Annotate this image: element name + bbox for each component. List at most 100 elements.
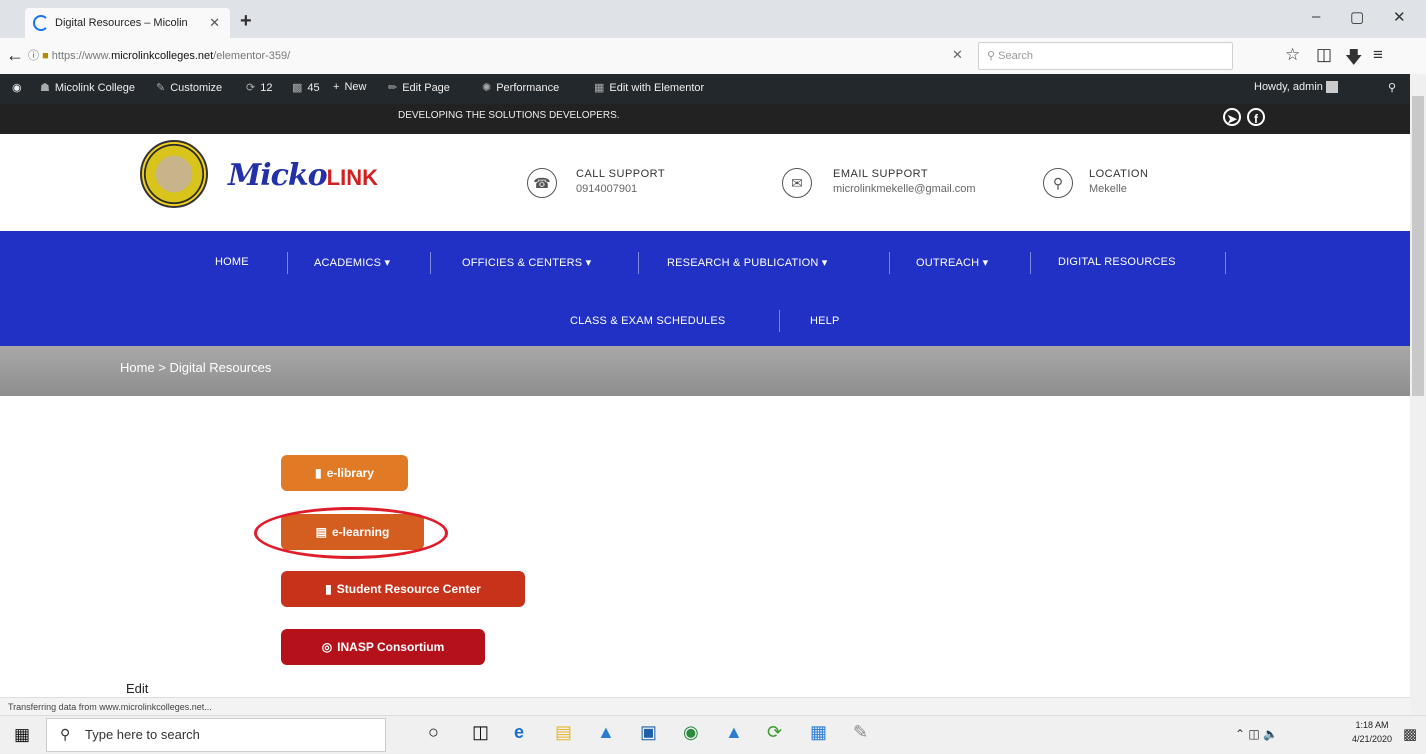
admin-edit-page-link[interactable]: ✏ Edit Page	[388, 81, 450, 94]
app-icon[interactable]: ▲	[725, 722, 743, 743]
book-icon: ▮	[325, 582, 332, 596]
library-icon[interactable]: ◫	[1316, 45, 1332, 65]
avatar	[1325, 81, 1338, 94]
url-bar[interactable]: ⓘ ■ https://www.microlinkcolleges.net/el…	[28, 44, 948, 68]
main-menu	[0, 231, 1410, 346]
edge-browser-icon[interactable]: e	[514, 722, 524, 743]
admin-customize-label: Customize	[170, 82, 223, 94]
admin-site-link[interactable]: ☗ Micolink College	[40, 81, 135, 94]
download-icon[interactable]: 🡇	[1345, 45, 1362, 74]
menu-item-schedules[interactable]: CLASS & EXAM SCHEDULES	[570, 315, 725, 327]
elibrary-button[interactable]: ▮ e-library	[281, 455, 408, 491]
chevron-down-icon: ▾	[585, 257, 592, 269]
store-icon[interactable]: ▣	[640, 722, 657, 743]
performance-icon: ✺	[482, 82, 492, 94]
scrollbar-thumb[interactable]	[1412, 96, 1424, 396]
browser-tab[interactable]: Digital Resources – Micolin ✕	[25, 8, 230, 38]
call-support-label: CALL SUPPORT	[576, 168, 666, 180]
menu-item-digital-resources[interactable]: DIGITAL RESOURCES	[1058, 256, 1176, 268]
lock-icon: ■	[42, 50, 52, 62]
menu-item-offices[interactable]: OFFICIES & CENTERS ▾	[462, 256, 591, 269]
site-tagline: DEVELOPING THE SOLUTIONS DEVELOPERS.	[398, 110, 620, 121]
tab-close-icon[interactable]: ✕	[209, 15, 220, 31]
menu-item-outreach[interactable]: OUTREACH ▾	[916, 256, 988, 269]
admin-account-link[interactable]: Howdy, admin	[1254, 81, 1338, 94]
wordpress-logo-icon[interactable]: ◉	[12, 81, 22, 94]
admin-site-label: Micolink College	[54, 82, 135, 94]
menu-divider	[287, 252, 288, 274]
pencil-icon: ✏	[388, 82, 398, 94]
menu-hamburger-icon[interactable]: ≡	[1373, 45, 1383, 65]
email-support-label: EMAIL SUPPORT	[833, 168, 929, 180]
back-arrow-icon[interactable]: ←	[6, 45, 24, 66]
brush-icon: ✎	[156, 82, 166, 94]
admin-search-icon[interactable]: ⚲	[1388, 81, 1396, 94]
admin-elementor-label: Edit with Elementor	[609, 82, 705, 94]
tray-icons[interactable]: ⌃ ◫ 🔈	[1235, 727, 1278, 741]
plus-icon: +	[333, 81, 340, 93]
url-domain: microlinkcolleges.net	[111, 50, 214, 62]
globe-icon: ◎	[321, 640, 333, 654]
new-tab-button[interactable]: +	[240, 10, 252, 33]
taskbar-clock[interactable]: 1:18 AM 4/21/2020	[1352, 718, 1392, 746]
app-icon[interactable]: ▦	[810, 722, 827, 743]
site-logo-text[interactable]: MickoLINK	[228, 158, 378, 193]
menu-item-help[interactable]: HELP	[810, 315, 840, 327]
annotation-circle	[254, 507, 448, 559]
app-icon[interactable]: ▲	[597, 722, 615, 743]
admin-customize-link[interactable]: ✎ Customize	[156, 81, 222, 94]
maximize-button[interactable]: ▢	[1350, 8, 1364, 26]
admin-updates-count: 12	[260, 82, 273, 94]
menu-divider	[779, 310, 780, 332]
menu-item-academics-label: ACADEMICS	[314, 257, 382, 269]
windows-start-icon[interactable]: ▦	[14, 725, 30, 745]
menu-divider	[1030, 252, 1031, 274]
location-value: Mekelle	[1089, 183, 1127, 195]
menu-item-home[interactable]: HOME	[215, 256, 249, 268]
menu-divider	[638, 252, 639, 274]
admin-performance-link[interactable]: ✺ Performance	[482, 81, 559, 94]
bookmark-star-icon[interactable]: ☆	[1285, 45, 1300, 65]
refresh-icon: ⟳	[246, 82, 256, 94]
chevron-down-icon: ▾	[384, 257, 391, 269]
minimize-button[interactable]: –	[1312, 8, 1320, 25]
chevron-down-icon: ▾	[821, 257, 828, 269]
menu-item-outreach-label: OUTREACH	[916, 257, 980, 269]
cortana-icon[interactable]: ○	[428, 722, 439, 743]
edit-link[interactable]: Edit	[126, 681, 148, 696]
student-resource-center-button[interactable]: ▮ Student Resource Center	[281, 571, 525, 607]
email-icon: ✉	[782, 168, 812, 198]
chevron-down-icon: ▾	[982, 257, 989, 269]
admin-comments-link[interactable]: ▩ 45	[292, 81, 320, 94]
call-support-value[interactable]: 0914007901	[576, 183, 637, 195]
close-window-button[interactable]: ✕	[1393, 8, 1406, 26]
telegram-icon[interactable]: ➤	[1223, 108, 1241, 126]
taskbar-search-input[interactable]: Type here to search	[46, 718, 386, 752]
email-support-value[interactable]: microlinkmekelle@gmail.com	[833, 183, 976, 195]
logo-accent-text: LINK	[326, 165, 378, 190]
college-seal-logo[interactable]	[140, 140, 208, 208]
student-resource-label: Student Resource Center	[336, 582, 481, 596]
admin-elementor-link[interactable]: ▦ Edit with Elementor	[594, 81, 704, 94]
admin-updates-link[interactable]: ⟳ 12	[246, 81, 272, 94]
app-icon[interactable]: ◉	[683, 722, 699, 743]
app-icon[interactable]: ⟳	[767, 722, 782, 743]
clock-time: 1:18 AM	[1355, 720, 1389, 730]
inasp-consortium-button[interactable]: ◎ INASP Consortium	[281, 629, 485, 665]
admin-comments-count: 45	[307, 82, 320, 94]
task-view-icon[interactable]: ◫	[472, 722, 489, 743]
menu-item-research[interactable]: RESEARCH & PUBLICATION ▾	[667, 256, 828, 269]
admin-new-label: New	[344, 81, 367, 93]
app-icon[interactable]: ✎	[853, 722, 868, 743]
breadcrumb[interactable]: Home > Digital Resources	[120, 360, 271, 375]
browser-search-input[interactable]: ⚲ Search	[978, 42, 1233, 70]
menu-item-academics[interactable]: ACADEMICS ▾	[314, 256, 390, 269]
notification-icon[interactable]: ▩	[1403, 725, 1417, 743]
dashboard-icon: ☗	[40, 82, 50, 94]
admin-new-link[interactable]: + New	[333, 81, 366, 93]
url-clear-icon[interactable]: ✕	[952, 47, 963, 63]
comment-icon: ▩	[292, 82, 303, 94]
file-explorer-icon[interactable]: ▤	[555, 722, 572, 743]
facebook-icon[interactable]: f	[1247, 108, 1265, 126]
elementor-icon: ▦	[594, 82, 605, 94]
